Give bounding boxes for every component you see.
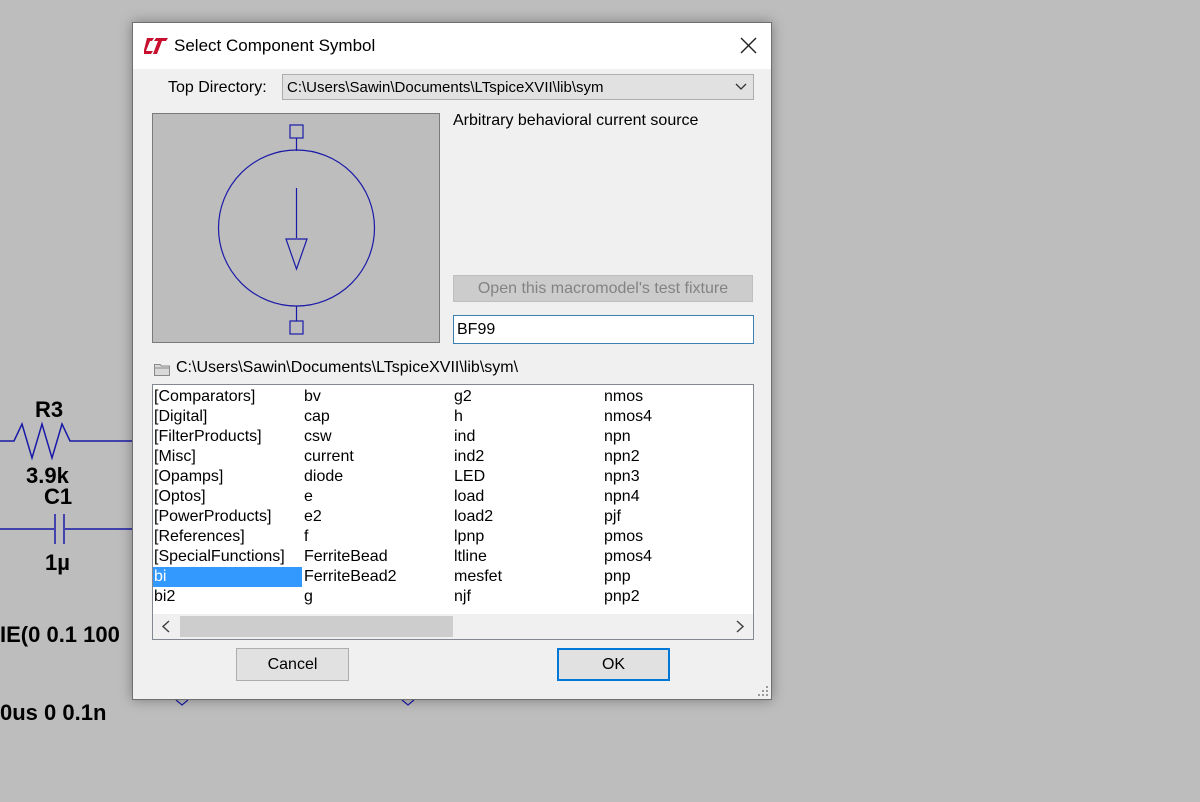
list-item[interactable]: pmos	[603, 527, 752, 547]
list-item[interactable]: LED	[453, 467, 602, 487]
list-item[interactable]: pnp	[603, 567, 752, 587]
folder-icon	[154, 364, 170, 376]
list-item[interactable]: [Misc]	[153, 447, 302, 467]
list-item[interactable]: FerriteBead2	[303, 567, 452, 587]
current-source-symbol	[217, 124, 376, 335]
list-item[interactable]: bv	[303, 387, 452, 407]
list-item[interactable]: ind	[453, 427, 602, 447]
resize-grip-icon[interactable]	[757, 685, 769, 697]
ok-button[interactable]: OK	[557, 648, 670, 681]
list-item[interactable]: load2	[453, 507, 602, 527]
list-item[interactable]: ind2	[453, 447, 602, 467]
list-item[interactable]: e2	[303, 507, 452, 527]
list-column: bv cap csw current diode e e2 f FerriteBead Ferri…	[303, 387, 452, 607]
ground-marker-1	[175, 699, 189, 706]
list-item[interactable]: f	[303, 527, 452, 547]
top-directory-value: C:\Users\Sawin\Documents\LTspiceXVII\lib…	[287, 79, 604, 96]
list-item[interactable]: npn2	[603, 447, 752, 467]
symbol-listbox[interactable]: [Comparators] [Digital] [FilterProducts] [M…	[152, 384, 754, 640]
list-item[interactable]: FerriteBead	[303, 547, 452, 567]
list-item[interactable]: cap	[303, 407, 452, 427]
list-item[interactable]: [References]	[153, 527, 302, 547]
dialog-titlebar[interactable]: Select Component Symbol	[133, 23, 771, 69]
symbol-search-input[interactable]	[453, 315, 754, 344]
list-item[interactable]: [Comparators]	[153, 387, 302, 407]
scrollbar-thumb[interactable]	[180, 616, 453, 637]
list-item[interactable]: csw	[303, 427, 452, 447]
ground-marker-2	[401, 699, 415, 706]
close-icon[interactable]	[733, 31, 763, 61]
list-item[interactable]: lpnp	[453, 527, 602, 547]
list-item[interactable]: npn4	[603, 487, 752, 507]
list-item[interactable]: e	[303, 487, 452, 507]
list-item[interactable]: g2	[453, 387, 602, 407]
resistor-r3-symbol[interactable]	[0, 420, 134, 462]
dialog-title: Select Component Symbol	[174, 36, 376, 55]
list-item[interactable]: pnp2	[603, 587, 752, 607]
top-directory-select[interactable]: C:\Users\Sawin\Documents\LTspiceXVII\lib…	[282, 74, 754, 100]
list-item[interactable]: [FilterProducts]	[153, 427, 302, 447]
list-item[interactable]: [PowerProducts]	[153, 507, 302, 527]
symbol-preview	[152, 113, 440, 343]
list-item[interactable]: bi2	[153, 587, 302, 607]
horizontal-scrollbar[interactable]	[153, 614, 753, 639]
list-item[interactable]: [Optos]	[153, 487, 302, 507]
list-item[interactable]: [Digital]	[153, 407, 302, 427]
list-column: g2 h ind ind2 LED load load2 lpnp ltline mesfet nj…	[453, 387, 602, 607]
scroll-left-icon[interactable]	[153, 614, 179, 639]
top-directory-label: Top Directory:	[168, 79, 267, 96]
c1-name-label: C1	[44, 484, 73, 509]
list-item[interactable]: current	[303, 447, 452, 467]
chevron-down-icon[interactable]	[735, 83, 747, 91]
list-item[interactable]: pjf	[603, 507, 752, 527]
list-item[interactable]: load	[453, 487, 602, 507]
current-path-text: C:\Users\Sawin\Documents\LTspiceXVII\lib…	[176, 359, 519, 376]
c1-value-label: 1µ	[45, 550, 70, 575]
list-item[interactable]: h	[453, 407, 602, 427]
scroll-right-icon[interactable]	[727, 614, 753, 639]
component-description: Arbitrary behavioral current source	[453, 112, 699, 129]
list-item[interactable]: nmos4	[603, 407, 752, 427]
list-item[interactable]: njf	[453, 587, 602, 607]
list-item[interactable]: bi	[153, 567, 302, 587]
list-item[interactable]: ltline	[453, 547, 602, 567]
list-item[interactable]: diode	[303, 467, 452, 487]
source-spec-label: IE(0 0.1 100	[0, 622, 120, 647]
capacitor-c1-symbol[interactable]	[0, 512, 134, 546]
list-item[interactable]: npn	[603, 427, 752, 447]
list-column: [Comparators] [Digital] [FilterProducts] [M…	[153, 387, 302, 607]
open-test-fixture-button[interactable]: Open this macromodel's test fixture	[453, 275, 753, 302]
cancel-button[interactable]: Cancel	[236, 648, 349, 681]
list-item[interactable]: [Opamps]	[153, 467, 302, 487]
list-item[interactable]: pmos4	[603, 547, 752, 567]
list-item[interactable]: nmos	[603, 387, 752, 407]
select-component-dialog: Select Component Symbol Top Directory: C…	[132, 22, 772, 700]
ltspice-logo-icon	[144, 38, 168, 54]
list-column: nmos nmos4 npn npn2 npn3 npn4 pjf pmos pmos4 pnp p…	[603, 387, 752, 607]
list-item[interactable]: mesfet	[453, 567, 602, 587]
list-item[interactable]: g	[303, 587, 452, 607]
pulse-spec-label: 0us 0 0.1n	[0, 700, 107, 725]
list-item[interactable]: [SpecialFunctions]	[153, 547, 302, 567]
list-item[interactable]: npn3	[603, 467, 752, 487]
